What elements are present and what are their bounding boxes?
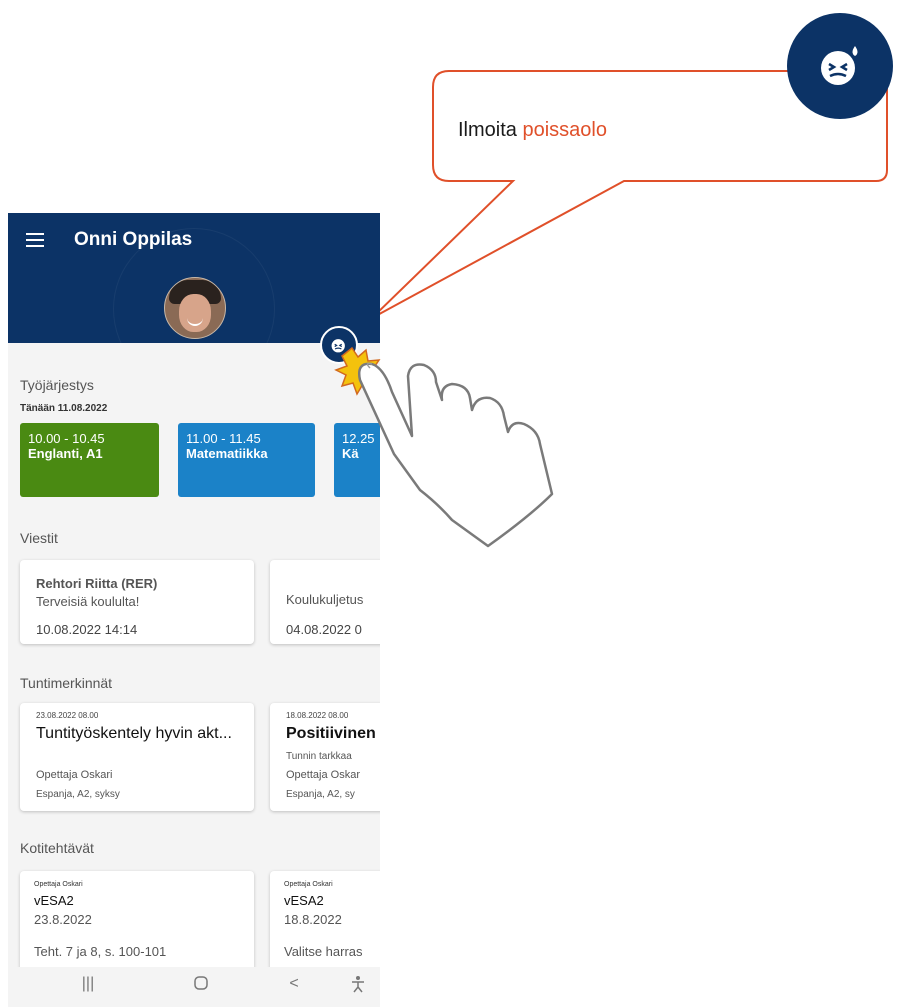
pointing-hand-icon: [334, 346, 554, 548]
